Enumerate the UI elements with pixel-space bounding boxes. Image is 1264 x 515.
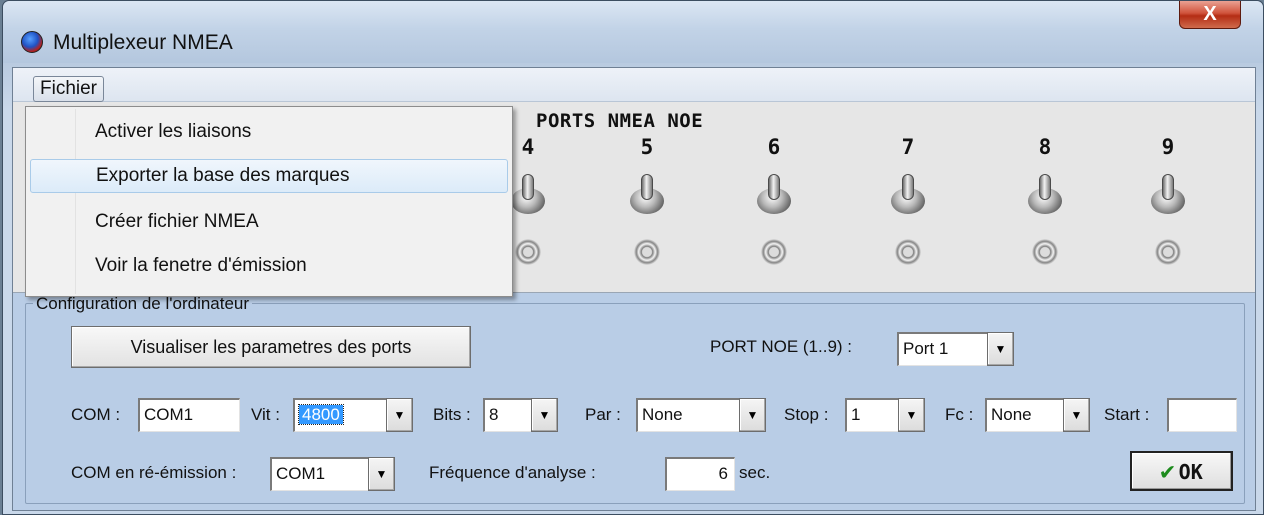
globe-app-icon xyxy=(21,31,43,53)
chevron-down-icon[interactable]: ▼ xyxy=(1063,398,1090,432)
chevron-down-icon[interactable]: ▼ xyxy=(368,457,395,491)
bits-value: 8 xyxy=(483,398,531,432)
freq-label: Fréquence d'analyse : xyxy=(429,463,596,482)
ok-button[interactable]: ✔ OK xyxy=(1130,451,1233,491)
port-toggle-switch-5[interactable] xyxy=(630,174,664,214)
menu-fichier[interactable]: Fichier xyxy=(33,76,105,102)
stop-label: Stop : xyxy=(784,405,829,424)
vit-value: 4800 xyxy=(298,404,344,425)
bits-label: Bits : xyxy=(433,405,471,424)
fichier-dropdown-menu: Activer les liaisons Exporter la base de… xyxy=(25,106,513,297)
vit-label: Vit : xyxy=(251,405,280,424)
chevron-down-icon[interactable]: ▼ xyxy=(531,398,558,432)
view-port-params-button[interactable]: Visualiser les parametres des ports xyxy=(71,326,471,368)
com-label: COM : xyxy=(71,405,121,424)
par-label: Par : xyxy=(585,405,621,424)
port-number-6: 6 xyxy=(767,135,781,159)
port-number-5: 5 xyxy=(640,135,654,159)
menu-item-activer-liaisons[interactable]: Activer les liaisons xyxy=(30,116,508,150)
menu-item-exporter-base[interactable]: Exporter la base des marques xyxy=(30,159,508,193)
port-noe-select[interactable]: Port 1 ▼ xyxy=(897,332,1014,366)
config-legend: Configuration de l'ordinateur xyxy=(33,294,253,314)
port-toggle-switch-7[interactable] xyxy=(891,174,925,214)
chevron-down-icon[interactable]: ▼ xyxy=(987,332,1014,366)
fc-select[interactable]: None ▼ xyxy=(985,398,1090,432)
ok-label: OK xyxy=(1178,460,1203,484)
config-panel: Configuration de l'ordinateur Visualiser… xyxy=(13,293,1255,510)
vit-select[interactable]: 4800 ▼ xyxy=(293,398,413,432)
close-button[interactable]: X xyxy=(1179,1,1241,29)
port-toggle-switch-4[interactable] xyxy=(511,174,545,214)
port-toggle-switch-8[interactable] xyxy=(1028,174,1062,214)
port-led-icon-6 xyxy=(761,239,787,265)
bits-select[interactable]: 8 ▼ xyxy=(483,398,558,432)
stop-select[interactable]: 1 ▼ xyxy=(845,398,925,432)
reemit-value: COM1 xyxy=(270,457,368,491)
freq-field[interactable]: 6 xyxy=(665,457,735,491)
stop-value: 1 xyxy=(845,398,898,432)
chevron-down-icon[interactable]: ▼ xyxy=(739,398,766,432)
fc-value: None xyxy=(985,398,1063,432)
port-number-4: 4 xyxy=(521,135,535,159)
title-bar[interactable]: Multiplexeur NMEA X xyxy=(3,1,1263,63)
par-value: None xyxy=(636,398,739,432)
port-led-icon-4 xyxy=(515,239,541,265)
par-select[interactable]: None ▼ xyxy=(636,398,766,432)
menu-bar: Fichier xyxy=(13,68,1255,102)
menu-item-creer-fichier[interactable]: Créer fichier NMEA xyxy=(30,206,508,240)
port-toggle-switch-6[interactable] xyxy=(757,174,791,214)
checkmark-icon: ✔ xyxy=(1160,457,1175,485)
start-field[interactable] xyxy=(1167,398,1237,432)
port-number-7: 7 xyxy=(901,135,915,159)
chevron-down-icon[interactable]: ▼ xyxy=(898,398,925,432)
start-label: Start : xyxy=(1104,405,1150,424)
menu-item-voir-fenetre[interactable]: Voir la fenetre d'émission xyxy=(30,250,508,284)
ports-title: PORTS NMEA NOE xyxy=(536,110,704,132)
reemit-label: COM en ré-émission : xyxy=(71,463,237,482)
port-led-icon-7 xyxy=(895,239,921,265)
freq-unit: sec. xyxy=(739,463,771,482)
port-number-8: 8 xyxy=(1038,135,1052,159)
port-led-icon-5 xyxy=(634,239,660,265)
port-noe-label: PORT NOE (1..9) : xyxy=(710,337,853,356)
port-noe-value: Port 1 xyxy=(897,332,987,366)
port-led-icon-8 xyxy=(1032,239,1058,265)
fc-label: Fc : xyxy=(945,405,974,424)
reemit-select[interactable]: COM1 ▼ xyxy=(270,457,395,491)
chevron-down-icon[interactable]: ▼ xyxy=(386,398,413,432)
port-number-9: 9 xyxy=(1161,135,1175,159)
port-toggle-switch-9[interactable] xyxy=(1151,174,1185,214)
window-title: Multiplexeur NMEA xyxy=(53,31,233,54)
port-led-icon-9 xyxy=(1155,239,1181,265)
com-field[interactable]: COM1 xyxy=(138,398,240,432)
